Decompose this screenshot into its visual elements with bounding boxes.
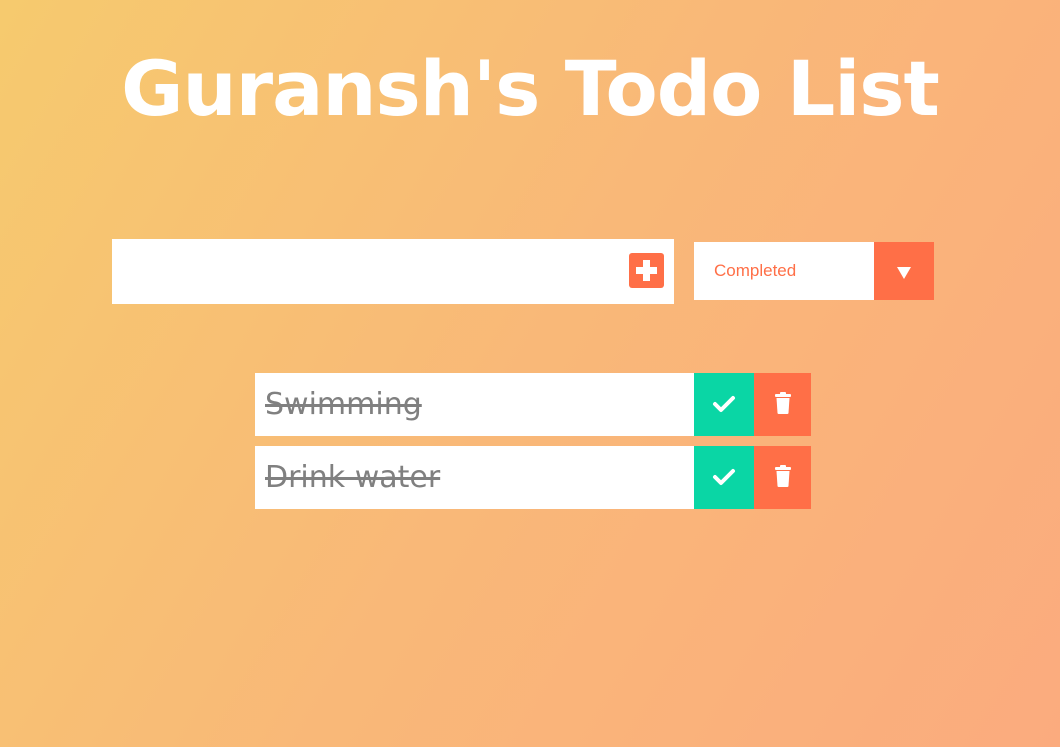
todo-text: Drink water bbox=[265, 460, 441, 495]
delete-button[interactable] bbox=[754, 446, 811, 509]
trash-icon bbox=[754, 446, 811, 509]
filter-selected-value: Completed bbox=[714, 261, 797, 280]
filter-select[interactable]: Completed bbox=[694, 242, 934, 300]
todo-list: Swimming Drink water bbox=[255, 373, 811, 519]
todo-text: Swimming bbox=[265, 387, 422, 422]
plus-icon bbox=[629, 253, 664, 288]
trash-icon bbox=[754, 373, 811, 436]
page-title: Guransh's Todo List bbox=[121, 44, 940, 133]
check-icon bbox=[694, 373, 754, 436]
todo-input[interactable] bbox=[112, 239, 612, 304]
complete-button[interactable] bbox=[694, 446, 754, 509]
todo-item: Drink water bbox=[255, 446, 811, 509]
check-icon bbox=[694, 446, 754, 509]
add-todo-button[interactable] bbox=[629, 253, 664, 288]
todo-item: Swimming bbox=[255, 373, 811, 436]
todo-form: Completed bbox=[112, 239, 934, 304]
caret-down-icon bbox=[874, 266, 934, 280]
complete-button[interactable] bbox=[694, 373, 754, 436]
delete-button[interactable] bbox=[754, 373, 811, 436]
todo-input-container bbox=[112, 239, 674, 304]
filter-dropdown-button[interactable] bbox=[874, 242, 934, 300]
